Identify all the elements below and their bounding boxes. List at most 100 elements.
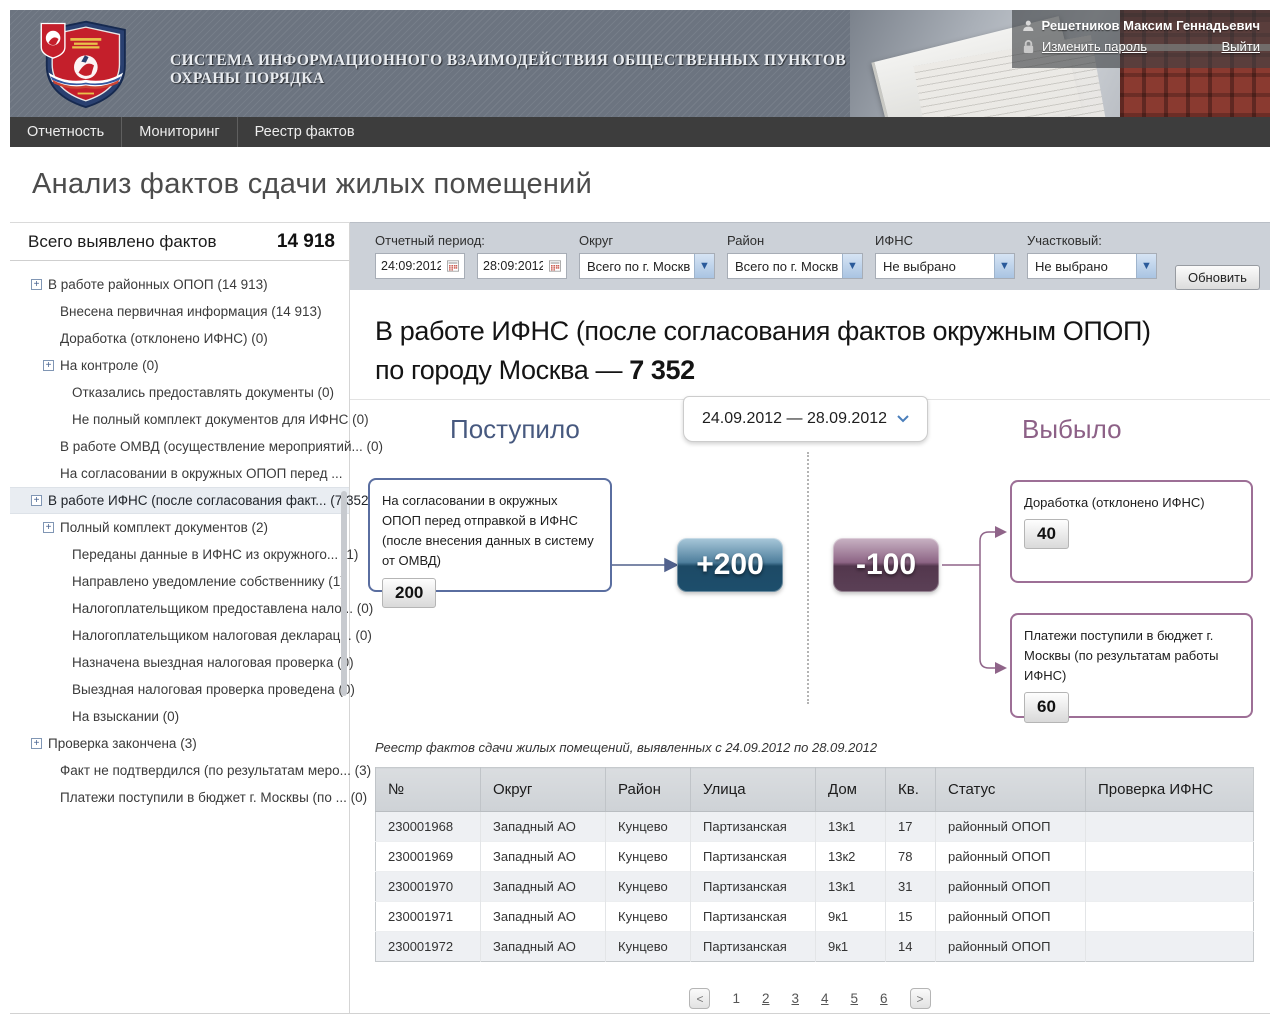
table-row[interactable]: 230001972Западный АО КунцевоПартизанская… bbox=[376, 932, 1254, 962]
source-count-button[interactable]: 200 bbox=[382, 578, 436, 608]
tree-item[interactable]: + Проверка закончена (3) bbox=[10, 730, 349, 757]
tree-item[interactable]: + Назначена выездная налоговая проверка … bbox=[10, 649, 349, 676]
tree-item-label: Доработка (отклонено ИФНС) (0) bbox=[60, 331, 268, 346]
page-link[interactable]: 1 bbox=[732, 991, 740, 1006]
date-to-field[interactable] bbox=[477, 253, 567, 279]
calendar-icon[interactable] bbox=[549, 259, 561, 273]
expand-icon[interactable]: + bbox=[43, 522, 54, 533]
tree-item-label: В работе ОМВД (осуществление мероприятий… bbox=[60, 439, 383, 454]
table-row[interactable]: 230001969Западный АО КунцевоПартизанская… bbox=[376, 842, 1254, 872]
tree-item[interactable]: + В работе ОМВД (осуществление мероприят… bbox=[10, 433, 349, 460]
tree-item[interactable]: + Полный комплект документов (2) bbox=[10, 514, 349, 541]
okrug-label: Округ bbox=[579, 233, 715, 248]
page-link[interactable]: 3 bbox=[791, 991, 799, 1006]
column-header: Округ bbox=[481, 768, 606, 812]
ifns-select[interactable]: Не выбрано ▼ bbox=[875, 253, 1015, 279]
period-dropdown[interactable]: 24.09.2012 — 28.09.2012 bbox=[683, 396, 928, 442]
rework-status-box: Доработка (отклонено ИФНС) 40 bbox=[1010, 480, 1253, 583]
page-links: 1 2 3 4 5 6 bbox=[732, 991, 887, 1006]
ifns-filter: ИФНС Не выбрано ▼ bbox=[875, 233, 1015, 290]
tree-item[interactable]: + Платежи поступили в бюджет г. Москвы (… bbox=[10, 784, 349, 811]
chevron-down-icon: ▼ bbox=[842, 254, 862, 278]
tree-item[interactable]: + На контроле (0) bbox=[10, 352, 349, 379]
tree-item[interactable]: + Налогоплательщиком предоставлена нало.… bbox=[10, 595, 349, 622]
calendar-icon[interactable] bbox=[447, 259, 459, 273]
payments-count-button[interactable]: 60 bbox=[1024, 692, 1069, 722]
uchastkovy-value: Не выбрано bbox=[1035, 259, 1132, 274]
period-dropdown-value: 24.09.2012 — 28.09.2012 bbox=[702, 410, 887, 428]
tree-item[interactable]: + Не полный комплект документов для ИФНС… bbox=[10, 406, 349, 433]
tree-item[interactable]: + Переданы данные в ИФНС из окружного...… bbox=[10, 541, 349, 568]
change-password-link[interactable]: Изменить пароль bbox=[1042, 39, 1147, 54]
lock-icon bbox=[1022, 39, 1035, 54]
tree-item[interactable]: + В работе районных ОПОП (14 913) bbox=[10, 271, 349, 298]
payments-status-box: Платежи поступили в бюджет г. Москвы (по… bbox=[1010, 613, 1253, 718]
tree-item[interactable]: + Выездная налоговая проверка проведена … bbox=[10, 676, 349, 703]
facts-table: №ОкругРайонУлицаДомКв.СтатусПроверка ИФН… bbox=[375, 767, 1254, 962]
rayon-label: Район bbox=[727, 233, 863, 248]
source-status-box: На согласовании в окружных ОПОП перед от… bbox=[368, 478, 612, 592]
tree-item[interactable]: + Направлено уведомление собственнику (1… bbox=[10, 568, 349, 595]
page-link[interactable]: 5 bbox=[851, 991, 859, 1006]
date-from-field[interactable] bbox=[375, 253, 465, 279]
tree-item[interactable]: + Отказались предоставлять документы (0) bbox=[10, 379, 349, 406]
tree-item-label: Отказались предоставлять документы (0) bbox=[72, 385, 334, 400]
filter-bar: Отчетный период: bbox=[350, 222, 1270, 290]
tree-item[interactable]: + Внесена первичная информация (14 913) bbox=[10, 298, 349, 325]
next-page-button[interactable]: > bbox=[910, 988, 931, 1009]
facts-register-section: Реестр фактов сдачи жилых помещений, выя… bbox=[350, 730, 1270, 1009]
table-caption: Реестр фактов сдачи жилых помещений, выя… bbox=[375, 740, 1245, 755]
date-from-input[interactable] bbox=[381, 259, 441, 273]
tree-item-label: Налогоплательщиком налоговая декларац...… bbox=[72, 628, 372, 643]
page-title: Анализ фактов сдачи жилых помещений bbox=[10, 147, 1270, 222]
summary-section: В работе ИФНС (после согласования фактов… bbox=[350, 290, 1270, 400]
tree-item-label: Полный комплект документов (2) bbox=[60, 520, 268, 535]
table-header-row: №ОкругРайонУлицаДомКв.СтатусПроверка ИФН… bbox=[376, 768, 1254, 812]
tree-item[interactable]: + Доработка (отклонено ИФНС) (0) bbox=[10, 325, 349, 352]
rayon-select[interactable]: Всего по г. Москве ▼ bbox=[727, 253, 863, 279]
tree-item-label: Выездная налоговая проверка проведена (0… bbox=[72, 682, 355, 697]
prev-page-button[interactable]: < bbox=[689, 988, 710, 1009]
chevron-down-icon: ▼ bbox=[994, 254, 1014, 278]
tree-item-label: Назначена выездная налоговая проверка (0… bbox=[72, 655, 354, 670]
opop-emblem-logo bbox=[34, 14, 134, 117]
okrug-select[interactable]: Всего по г. Москве ▼ bbox=[579, 253, 715, 279]
expand-icon[interactable]: + bbox=[43, 360, 54, 371]
uchastkovy-filter: Участковый: Не выбрано ▼ bbox=[1027, 233, 1157, 290]
page-link[interactable]: 4 bbox=[821, 991, 829, 1006]
total-facts-row: Всего выявлено фактов 14 918 bbox=[10, 223, 349, 261]
system-title: СИСТЕМА ИНФОРМАЦИОННОГО ВЗАИМОДЕЙСТВИЯ О… bbox=[170, 52, 850, 88]
table-row[interactable]: 230001971Западный АО КунцевоПартизанская… bbox=[376, 902, 1254, 932]
expand-icon[interactable]: + bbox=[31, 279, 42, 290]
tree-item[interactable]: + На взыскании (0) bbox=[10, 703, 349, 730]
page-link[interactable]: 6 bbox=[880, 991, 888, 1006]
source-status-text: На согласовании в окружных ОПОП перед от… bbox=[382, 493, 594, 568]
table-body: 230001968Западный АО КунцевоПартизанская… bbox=[376, 812, 1254, 962]
refresh-button[interactable]: Обновить bbox=[1175, 265, 1260, 290]
page-link[interactable]: 2 bbox=[762, 991, 770, 1006]
rework-count-button[interactable]: 40 bbox=[1024, 519, 1069, 549]
tree-item[interactable]: + На согласовании в окружных ОПОП перед … bbox=[10, 460, 349, 487]
uchastkovy-select[interactable]: Не выбрано ▼ bbox=[1027, 253, 1157, 279]
tree-item[interactable]: + Налогоплательщиком налоговая декларац.… bbox=[10, 622, 349, 649]
tree-item-label: Не полный комплект документов для ИФНС (… bbox=[72, 412, 369, 427]
content: Всего выявлено фактов 14 918 + В работе … bbox=[10, 222, 1270, 1014]
main-nav: Отчетность Мониторинг Реестр фактов bbox=[10, 117, 1270, 147]
sidebar-scrollbar-thumb[interactable] bbox=[341, 491, 347, 696]
column-header: Район bbox=[606, 768, 691, 812]
expand-icon[interactable]: + bbox=[31, 495, 42, 506]
tree-item-label: Факт не подтвердился (по результатам мер… bbox=[60, 763, 371, 778]
table-row[interactable]: 230001970Западный АО КунцевоПартизанская… bbox=[376, 872, 1254, 902]
table-row[interactable]: 230001968Западный АО КунцевоПартизанская… bbox=[376, 812, 1254, 842]
logout-link[interactable]: Выйти bbox=[1222, 39, 1261, 54]
user-panel: Решетников Максим Геннадьевич Изменить п… bbox=[1012, 10, 1270, 68]
nav-tab[interactable]: Реестр фактов bbox=[237, 117, 372, 147]
total-facts-value: 14 918 bbox=[277, 231, 335, 253]
expand-icon[interactable]: + bbox=[31, 738, 42, 749]
nav-tab[interactable]: Отчетность bbox=[10, 117, 121, 147]
tree-item[interactable]: + В работе ИФНС (после согласования факт… bbox=[10, 487, 349, 514]
date-to-input[interactable] bbox=[483, 259, 543, 273]
chevron-down-icon: ▼ bbox=[1136, 254, 1156, 278]
nav-tab[interactable]: Мониторинг bbox=[121, 117, 236, 147]
tree-item[interactable]: + Факт не подтвердился (по результатам м… bbox=[10, 757, 349, 784]
